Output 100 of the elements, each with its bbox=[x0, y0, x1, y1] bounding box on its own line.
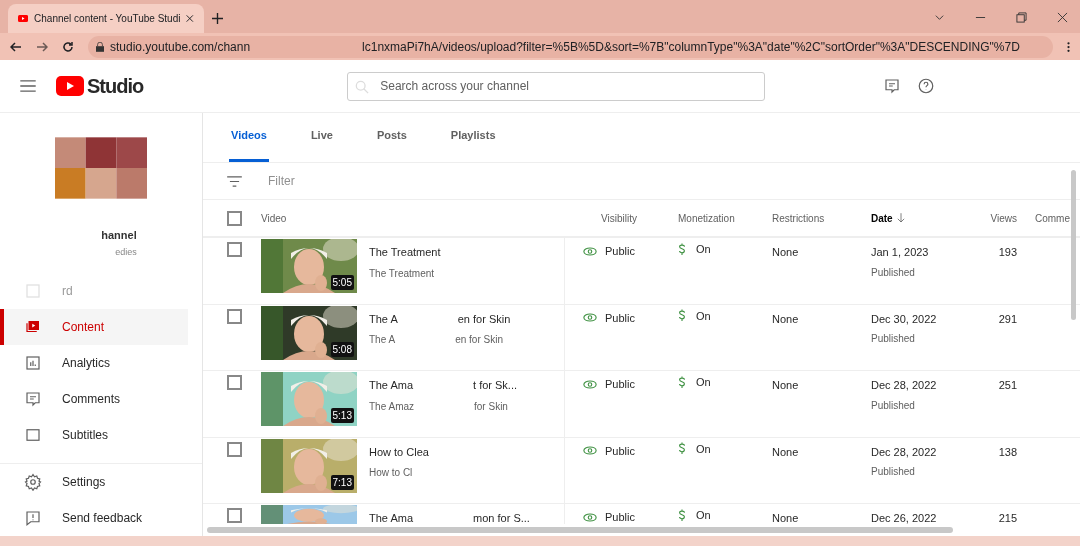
channel-name: hannel bbox=[101, 228, 137, 243]
eye-icon bbox=[583, 446, 597, 456]
restrictions-text: None bbox=[772, 245, 800, 260]
more-icon[interactable] bbox=[1067, 40, 1070, 53]
comment-icon bbox=[24, 390, 42, 408]
visibility-text: Public bbox=[605, 310, 635, 326]
restore-icon[interactable] bbox=[1016, 12, 1027, 23]
monetization-text: On bbox=[696, 508, 711, 523]
url-text: studio.youtube.com/chann bbox=[110, 38, 251, 56]
video-title: mon for S... bbox=[473, 511, 530, 524]
monetization-text: On bbox=[696, 242, 711, 257]
duration-badge: 5:05 bbox=[330, 275, 354, 290]
status-text: Published bbox=[871, 332, 916, 346]
video-title: en for Skin bbox=[457, 311, 511, 327]
eye-icon bbox=[583, 379, 597, 389]
dashboard-icon bbox=[24, 282, 42, 300]
search-field[interactable]: Search across your channel bbox=[347, 71, 766, 101]
back-icon[interactable] bbox=[10, 40, 22, 53]
column-header[interactable]: Monetization bbox=[678, 210, 735, 226]
channel-description: edies bbox=[115, 245, 137, 259]
studio-logo-text: Studio bbox=[87, 74, 144, 99]
row-checkbox[interactable] bbox=[227, 375, 242, 390]
eye-icon bbox=[583, 512, 597, 522]
date-text: Jan 1, 2023 bbox=[871, 245, 930, 260]
menu-icon[interactable] bbox=[20, 80, 36, 92]
video-title: The Ama bbox=[369, 378, 414, 393]
vertical-scrollbar[interactable] bbox=[1071, 170, 1076, 320]
row-checkbox[interactable] bbox=[227, 308, 242, 324]
help-icon[interactable] bbox=[917, 77, 936, 95]
tab[interactable]: Playlists bbox=[448, 112, 498, 162]
horizontal-scrollbar[interactable] bbox=[207, 527, 953, 533]
row-checkbox[interactable] bbox=[227, 441, 242, 457]
tab[interactable]: Videos bbox=[229, 112, 269, 162]
tab[interactable]: Live bbox=[308, 112, 335, 162]
video-title: How to Clea bbox=[369, 444, 429, 460]
youtube-logo-icon bbox=[56, 76, 84, 96]
video-description: How to Cl bbox=[369, 466, 413, 480]
sidebar-item[interactable]: Subtitles bbox=[0, 417, 188, 453]
video-description: en for Skin bbox=[455, 333, 503, 347]
dollar-icon bbox=[678, 375, 686, 389]
date-text: Dec 28, 2022 bbox=[871, 444, 938, 460]
dollar-icon bbox=[678, 309, 686, 323]
youtube-logo-icon bbox=[18, 14, 29, 23]
column-header[interactable]: Comme bbox=[1035, 210, 1070, 226]
filter-field[interactable]: Filter bbox=[268, 172, 468, 190]
video-description: The Amaz bbox=[369, 399, 415, 414]
browser-tab[interactable]: Channel content - YouTube Studi bbox=[8, 4, 204, 33]
chevron-down-icon[interactable] bbox=[934, 12, 945, 23]
column-header[interactable]: Restrictions bbox=[772, 210, 825, 226]
feedback-icon[interactable] bbox=[883, 77, 902, 95]
sort-arrow-icon[interactable] bbox=[896, 213, 905, 223]
bar-chart-icon bbox=[24, 354, 42, 372]
video-title: t for Sk... bbox=[473, 378, 518, 393]
visibility-text: Public bbox=[605, 244, 635, 259]
forward-icon[interactable] bbox=[36, 40, 48, 53]
settings-icon bbox=[24, 473, 42, 491]
tab[interactable]: Posts bbox=[374, 112, 409, 162]
status-text: Published bbox=[871, 465, 916, 479]
visibility-text: Public bbox=[605, 510, 635, 524]
monetization-text: On bbox=[696, 441, 711, 457]
url-text: lc1nxmaPi7hA/videos/upload?filter=%5B%5D&sort=%7B"columnType"%3A"date"%2C"sortOrder"%3A"DESCENDING"%7D bbox=[362, 38, 1020, 56]
dollar-icon bbox=[678, 508, 686, 522]
tab-title: Channel content - YouTube Studi bbox=[34, 12, 181, 26]
monetization-text: On bbox=[696, 375, 711, 390]
lock-icon bbox=[96, 41, 104, 52]
reload-icon[interactable] bbox=[62, 40, 74, 53]
restrictions-text: None bbox=[772, 378, 800, 393]
close-icon[interactable] bbox=[1057, 12, 1068, 23]
column-header[interactable]: Video bbox=[261, 210, 287, 226]
date-text: Dec 30, 2022 bbox=[871, 311, 938, 327]
date-text: Dec 28, 2022 bbox=[871, 378, 938, 393]
row-checkbox[interactable] bbox=[227, 242, 242, 257]
select-all-checkbox[interactable] bbox=[227, 210, 242, 226]
duration-badge: 5:13 bbox=[330, 408, 354, 423]
filter-icon[interactable] bbox=[227, 175, 242, 187]
column-header[interactable]: Date bbox=[871, 210, 893, 226]
row-checkbox[interactable] bbox=[227, 508, 242, 523]
close-icon[interactable] bbox=[186, 14, 194, 23]
address-bar[interactable]: studio.youtube.com/chann lc1nxmaPi7hA/videos/upload?filter=%5B%5D&sort=%7B"columnType"%3A"date"%2C"sortOrder"%3A"DESCENDING"%7D bbox=[88, 35, 1053, 58]
views-count: 251 bbox=[997, 378, 1017, 393]
monetization-text: On bbox=[696, 308, 711, 324]
visibility-text: Public bbox=[605, 443, 635, 459]
video-title: The Ama bbox=[369, 511, 414, 524]
video-description: The Treatment bbox=[369, 266, 435, 281]
dollar-icon bbox=[678, 442, 686, 456]
restrictions-text: None bbox=[772, 311, 800, 327]
views-count: 193 bbox=[997, 245, 1017, 260]
sidebar-item[interactable]: Settings bbox=[0, 464, 202, 500]
sidebar-item[interactable]: Analytics bbox=[0, 345, 188, 381]
dollar-icon bbox=[678, 242, 686, 256]
views-count: 291 bbox=[997, 311, 1017, 327]
sidebar-item[interactable]: Send feedback bbox=[0, 500, 202, 536]
views-count: 138 bbox=[997, 444, 1017, 460]
sidebar-item[interactable]: Content bbox=[0, 309, 188, 345]
status-text: Published bbox=[871, 265, 916, 280]
new-tab-icon[interactable] bbox=[212, 13, 223, 24]
column-header[interactable]: Visibility bbox=[601, 210, 637, 226]
column-header[interactable]: Views bbox=[990, 210, 1017, 226]
views-count: 215 bbox=[997, 511, 1017, 524]
sidebar-item[interactable]: Comments bbox=[0, 381, 188, 417]
